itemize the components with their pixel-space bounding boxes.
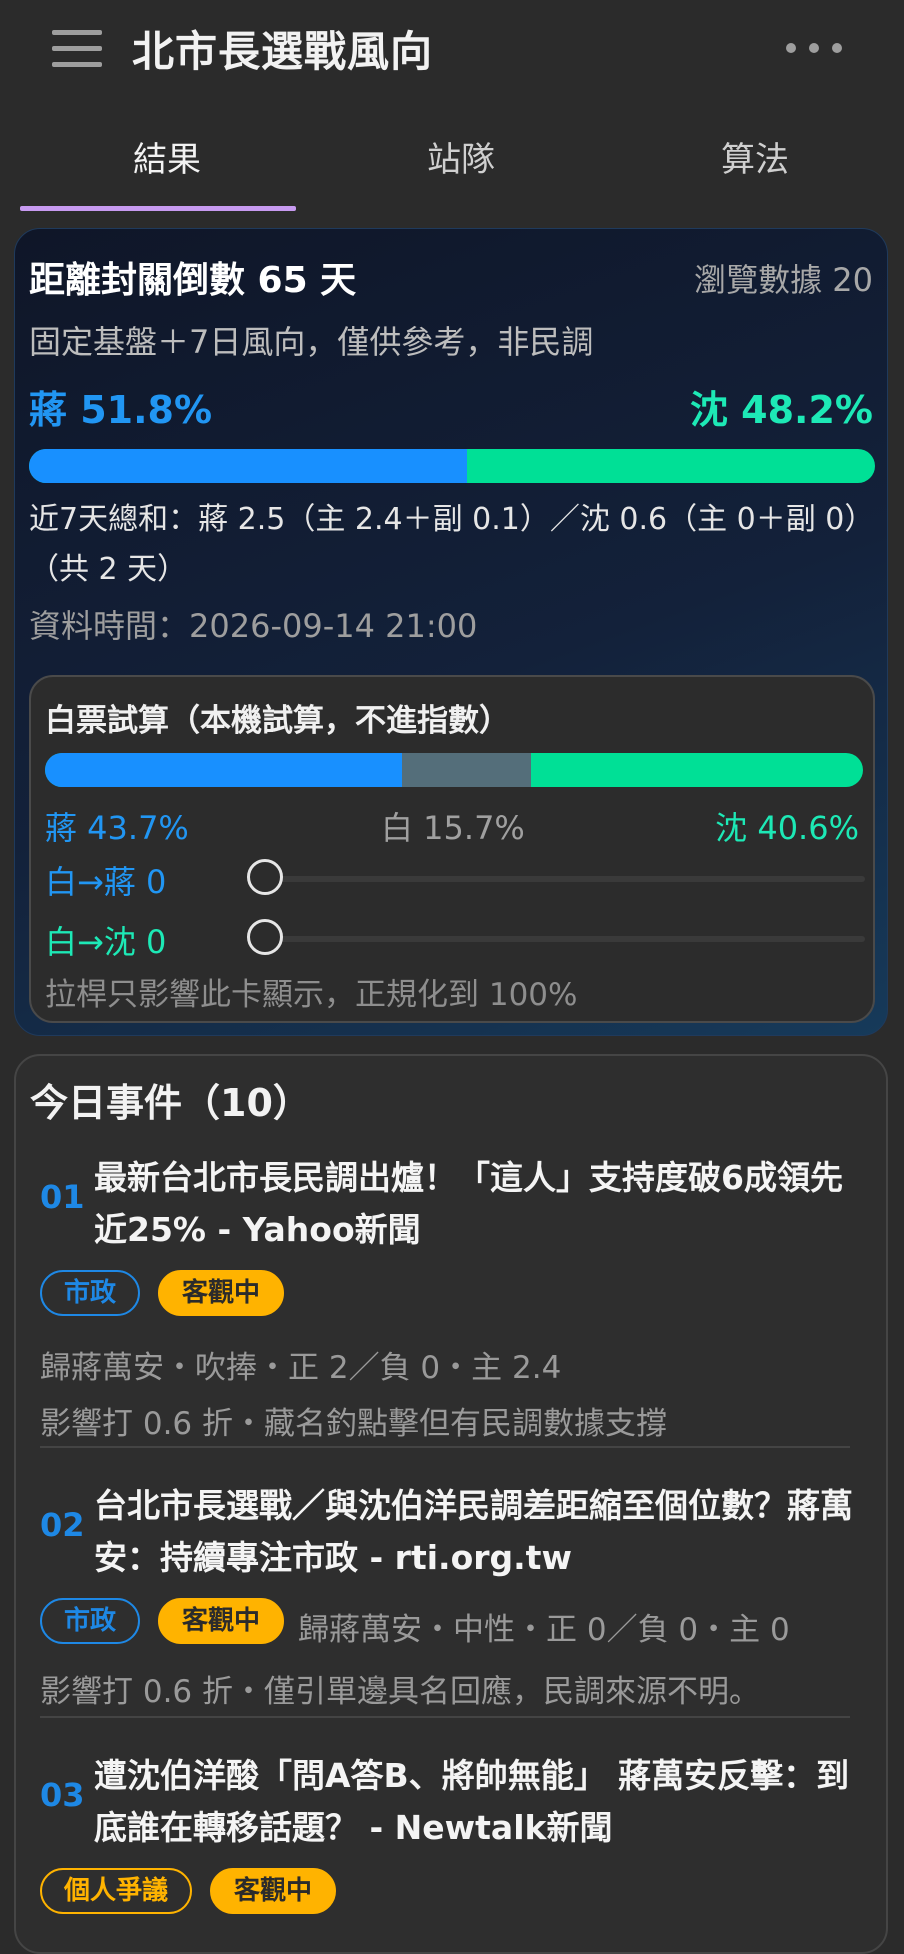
tag-objectivity: 客觀中 — [210, 1868, 337, 1914]
slider-track-green[interactable] — [265, 936, 865, 942]
simulator-title: 白票試算（本機試算，不進指數） — [45, 703, 510, 739]
tag-category: 個人爭議 — [40, 1868, 193, 1914]
tag-category: 市政 — [40, 1270, 141, 1316]
event-number: 03 — [40, 1776, 85, 1814]
event-title-link[interactable]: 台北市長選戰／與沈伯洋民調差距縮至個位數？蔣萬安：持續專注市政 - rti.or… — [94, 1480, 864, 1584]
tab-results[interactable]: 結果 — [20, 110, 314, 210]
slider-label-blue: 白→蔣 0 — [45, 863, 167, 901]
seven-day-summary: 近7天總和：蔣 2.5（主 2.4＋副 0.1）／沈 0.6（主 0＋副 0）（… — [29, 502, 875, 587]
share-bar — [29, 449, 875, 483]
event-impact: 影響打 0.6 折・僅引單邊具名回應，民調來源不明。 — [40, 1674, 761, 1710]
simulator-blue-label: 蔣 43.7% — [45, 809, 189, 847]
tab-bar: 結果 站隊 算法 — [20, 110, 884, 211]
slider-handle-blue[interactable] — [247, 859, 283, 895]
event-title-link[interactable]: 遭沈伯洋酸「問A答B、將帥無能」 蔣萬安反擊：到底誰在轉移話題？ - Newta… — [94, 1750, 864, 1854]
event-number: 02 — [40, 1506, 85, 1544]
countdown-title: 距離封關倒數 65 天 — [29, 260, 357, 301]
event-meta: 歸蔣萬安・中性・正 0／負 0・主 0 — [298, 1612, 790, 1648]
app-title: 北市長選戰風向 — [132, 27, 434, 76]
blank-vote-simulator: 白票試算（本機試算，不進指數） 蔣 43.7% 白 15.7% 沈 40.6% … — [29, 675, 875, 1023]
simulator-bar-blue — [45, 753, 403, 787]
simulator-white-label: 白 15.7% — [381, 809, 525, 847]
share-bar-blue-segment — [29, 449, 468, 483]
slider-track-blue[interactable] — [265, 876, 865, 882]
hamburger-menu-icon[interactable] — [52, 28, 104, 68]
tag-category: 市政 — [40, 1598, 141, 1644]
more-dots-icon[interactable] — [784, 40, 844, 56]
data-timestamp: 資料時間：2026-09-14 21:00 — [29, 607, 478, 645]
result-subtitle: 固定基盤＋7日風向，僅供參考，非民調 — [29, 323, 594, 361]
event-title-link[interactable]: 最新台北市長民調出爐！「這人」支持度破6成領先近25% - Yahoo新聞 — [94, 1152, 864, 1256]
view-count: 瀏覽數據 20 — [694, 261, 873, 299]
slider-row-blue: 白→蔣 0 — [45, 853, 865, 903]
simulator-bar-white — [402, 753, 531, 787]
blue-percentage: 蔣 51.8% — [29, 388, 213, 432]
simulator-bar — [45, 753, 863, 787]
tab-indicator — [20, 206, 296, 211]
slider-handle-green[interactable] — [247, 919, 283, 955]
simulator-note: 拉桿只影響此卡顯示，正規化到 100% — [45, 977, 578, 1013]
tag-objectivity: 客觀中 — [158, 1598, 285, 1644]
slider-row-green: 白→沈 0 — [45, 913, 865, 963]
tab-algorithm[interactable]: 算法 — [608, 110, 902, 210]
tab-alignment[interactable]: 站隊 — [314, 110, 608, 210]
event-meta: 歸蔣萬安・吹捧・正 2／負 0・主 2.4 — [40, 1350, 562, 1386]
event-impact: 影響打 0.6 折・藏名釣點擊但有民調數據支撐 — [40, 1406, 668, 1442]
simulator-green-label: 沈 40.6% — [715, 809, 859, 847]
app-bar: 北市長選戰風向 — [0, 0, 904, 100]
green-percentage: 沈 48.2% — [689, 388, 873, 432]
events-card: 今日事件（10） 01 最新台北市長民調出爐！「這人」支持度破6成領先近25% … — [14, 1054, 888, 1954]
events-title: 今日事件（10） — [30, 1081, 311, 1125]
divider — [40, 1716, 850, 1718]
slider-label-green: 白→沈 0 — [45, 923, 167, 961]
result-card: 距離封關倒數 65 天 瀏覽數據 20 固定基盤＋7日風向，僅供參考，非民調 蔣… — [14, 228, 888, 1036]
divider — [40, 1446, 850, 1448]
event-number: 01 — [40, 1178, 85, 1216]
tag-objectivity: 客觀中 — [158, 1270, 285, 1316]
